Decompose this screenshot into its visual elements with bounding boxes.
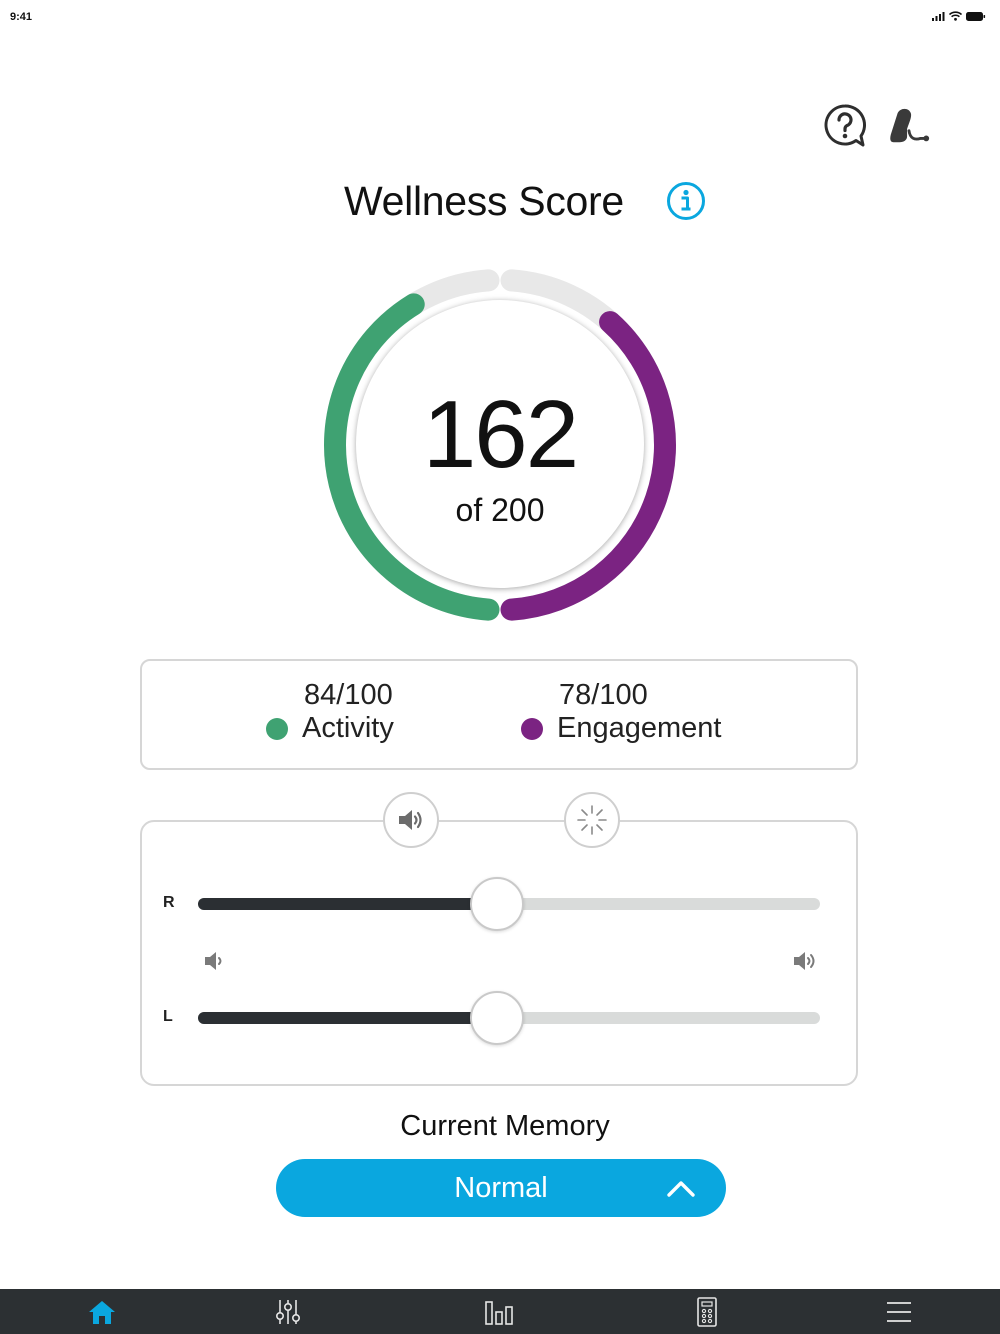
hearing-aid-icon — [890, 108, 930, 143]
score-value: 162 — [422, 381, 579, 488]
tab-menu[interactable] — [869, 1289, 929, 1334]
tab-adjust[interactable] — [258, 1289, 318, 1334]
memory-selector[interactable]: Normal — [276, 1159, 726, 1217]
activity-legend: Activity — [266, 712, 394, 745]
tab-remote[interactable] — [677, 1289, 737, 1334]
home-icon — [89, 1300, 115, 1324]
volume-icon — [399, 810, 422, 830]
right-volume-thumb[interactable] — [469, 877, 524, 931]
engagement-stat: 78/100 Engagement — [521, 679, 721, 745]
signal-icon — [932, 11, 945, 21]
engagement-value: 78/100 — [559, 679, 648, 711]
wellness-header: Wellness Score — [0, 175, 1000, 231]
status-icons — [932, 11, 986, 21]
menu-icon — [887, 1301, 911, 1322]
wifi-icon — [949, 11, 962, 21]
help-bubble-icon — [824, 104, 866, 147]
left-volume-thumb[interactable] — [469, 991, 524, 1045]
device-button[interactable] — [886, 102, 932, 148]
activity-dot — [266, 717, 288, 740]
tab-home[interactable] — [72, 1289, 132, 1334]
left-side-label: L — [163, 1008, 173, 1025]
activity-label: Activity — [302, 712, 394, 744]
tab-bar — [0, 1289, 1000, 1334]
sliders-icon — [275, 1299, 300, 1324]
page-title: Wellness Score — [344, 178, 624, 224]
volume-mode-button[interactable] — [383, 792, 439, 848]
right-volume-fill — [198, 898, 497, 910]
status-time: 9:41 — [10, 11, 33, 23]
volume-card: R L — [140, 820, 858, 1086]
engagement-dot — [521, 717, 543, 740]
volume-low-icon — [205, 952, 222, 970]
chevron-up-icon — [667, 1181, 695, 1197]
tab-stats[interactable] — [469, 1289, 529, 1334]
ambient-icon — [577, 805, 607, 835]
battery-icon — [966, 11, 986, 21]
memory-value: Normal — [454, 1171, 548, 1204]
ambient-mode-button[interactable] — [564, 792, 620, 848]
engagement-legend: Engagement — [521, 712, 721, 745]
help-button[interactable] — [822, 102, 868, 148]
left-volume-fill — [198, 1012, 497, 1024]
memory-label: Current Memory — [400, 1110, 610, 1142]
engagement-label: Engagement — [557, 712, 722, 744]
right-side-label: R — [163, 894, 175, 911]
remote-icon — [697, 1296, 717, 1327]
volume-high-icon — [794, 952, 815, 970]
activity-stat: 84/100 Activity — [266, 679, 394, 745]
bar-chart-icon — [485, 1300, 513, 1325]
status-bar: 9:41 — [0, 0, 1000, 34]
score-breakdown-card: 84/100 Activity 78/100 Engagement — [140, 659, 858, 770]
activity-value: 84/100 — [304, 679, 393, 711]
info-icon[interactable] — [666, 181, 706, 221]
score-total: of 200 — [455, 492, 545, 528]
header-actions — [822, 102, 932, 148]
